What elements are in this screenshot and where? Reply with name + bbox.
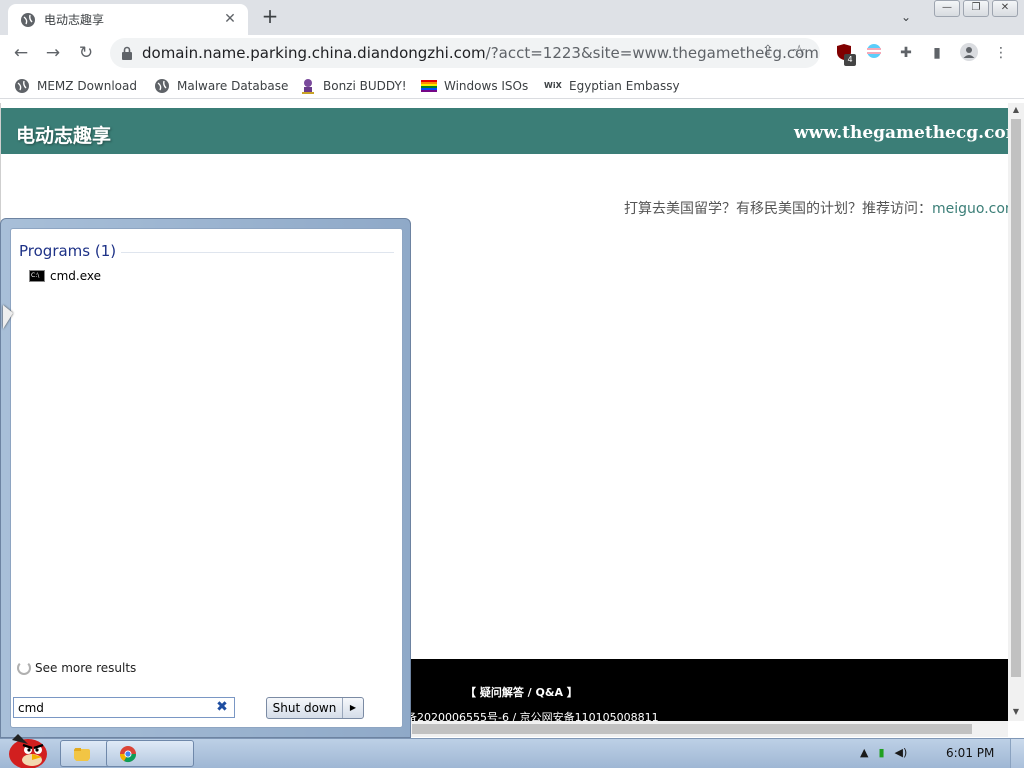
close-tab-icon[interactable]: ✕ [220, 9, 240, 29]
tab-search-icon[interactable]: ⌄ [896, 7, 916, 27]
side-panel-icon[interactable]: ▮ [927, 43, 947, 63]
start-search-box[interactable]: ✖ [13, 697, 235, 718]
bookmark-label: MEMZ Download [37, 79, 137, 93]
scroll-down-icon[interactable]: ▼ [1008, 705, 1024, 719]
wix-icon: WiX [544, 81, 562, 90]
reload-icon[interactable]: ↻ [73, 40, 99, 66]
globe-icon [21, 13, 35, 27]
address-bar[interactable]: domain.name.parking.china.diandongzhi.co… [110, 38, 820, 68]
taskbar-clock[interactable]: 6:01 PM [946, 746, 994, 760]
mouse-cursor-icon [3, 305, 13, 329]
trans-flag-icon [867, 44, 881, 58]
bookmark-label: Malware Database [177, 79, 289, 93]
footer-icp: 备2020006555号-6 / 京公网安备110105008811 [406, 711, 659, 721]
tab-title: 电动志趣享 [44, 13, 105, 27]
url-host: domain.name.parking.china.diandongzhi.co… [142, 44, 486, 62]
bookmark-item[interactable]: Windows ISOs [421, 77, 528, 95]
loading-icon [17, 661, 31, 675]
profile-avatar-icon[interactable] [959, 43, 979, 63]
scroll-up-icon[interactable]: ▲ [1008, 103, 1024, 117]
chrome-icon [119, 746, 137, 763]
extensions-puzzle-icon[interactable]: ✚ [896, 43, 916, 63]
see-more-label: See more results [35, 661, 137, 675]
show-desktop-button[interactable] [1010, 739, 1024, 768]
minimize-button[interactable]: — [934, 0, 960, 17]
shutdown-button[interactable]: Shut down [267, 698, 343, 718]
bookmark-item[interactable]: WiX Egyptian Embassy [544, 77, 680, 95]
extension-badge: 4 [844, 54, 856, 66]
site-logo[interactable]: 电动志趣享 [16, 121, 111, 148]
bookmark-item[interactable]: Malware Database [154, 77, 288, 95]
horizontal-scroll-thumb[interactable] [412, 724, 972, 734]
taskbar: ▲ ▮ ◀) 6:01 PM [0, 734, 1024, 768]
footer-qa-link[interactable]: 【 疑问解答 / Q&A 】 [465, 684, 578, 700]
bookmarks-bar: MEMZ Download Malware Database Bonzi BUD… [0, 71, 1024, 99]
search-result-label: cmd.exe [50, 269, 102, 283]
bookmark-label: Bonzi BUDDY! [323, 79, 407, 93]
programs-heading: Programs (1) [19, 242, 117, 260]
start-search-input[interactable] [18, 699, 208, 716]
site-header: 电动志趣享 www.thegamethecg.com [1, 108, 1008, 154]
system-tray: ▲ ▮ ◀) [860, 746, 907, 759]
rainbow-flag-icon [421, 80, 437, 92]
site-domain: www.thegamethecg.com [794, 123, 1008, 143]
bookmark-item[interactable]: MEMZ Download [14, 77, 137, 95]
ublock-extension-icon[interactable]: 4 [834, 43, 856, 66]
forward-icon[interactable]: → [40, 40, 66, 66]
share-icon[interactable]: ⇪ [762, 43, 774, 59]
volume-icon[interactable]: ◀) [895, 746, 908, 759]
shutdown-options-arrow-icon[interactable]: ▶ [343, 698, 363, 718]
promo-link[interactable]: meiguo.com [932, 201, 1008, 217]
see-more-results-link[interactable]: See more results [17, 661, 136, 675]
restore-button[interactable]: ❐ [963, 0, 989, 17]
globe-icon [15, 79, 29, 93]
browser-toolbar: ← → ↻ domain.name.parking.china.diandong… [0, 35, 1024, 71]
search-result-item[interactable]: C:\ cmd.exe [29, 269, 101, 283]
back-icon[interactable]: ← [8, 40, 34, 66]
show-hidden-icons-icon[interactable]: ▲ [860, 746, 868, 759]
shutdown-button-group: Shut down ▶ [266, 697, 364, 719]
bookmark-item[interactable]: Bonzi BUDDY! [300, 77, 407, 95]
lock-icon [122, 46, 132, 60]
promo-label: 打算去美国留学？有移民美国的计划？推荐访问： [624, 201, 932, 217]
window-controls: — ❐ ✕ [934, 0, 1018, 17]
close-window-button[interactable]: ✕ [992, 0, 1018, 17]
new-tab-button[interactable]: + [258, 5, 282, 29]
tab-strip: 电动志趣享 ✕ + ⌄ — ❐ ✕ [0, 0, 1024, 35]
globe-icon [155, 79, 169, 93]
clear-search-icon[interactable]: ✖ [214, 699, 230, 716]
vertical-scrollbar[interactable]: ▲ ▼ [1008, 103, 1024, 721]
search-results-pane: Programs (1) C:\ cmd.exe See more result… [10, 228, 403, 728]
heading-divider [121, 252, 394, 253]
cmd-icon: C:\ [29, 270, 45, 282]
folder-icon [74, 748, 90, 761]
bookmark-label: Windows ISOs [444, 79, 529, 93]
url-text: domain.name.parking.china.diandongzhi.co… [142, 44, 819, 62]
bookmark-label: Egyptian Embassy [569, 79, 680, 93]
avatar [960, 43, 978, 61]
battery-icon[interactable]: ▮ [878, 746, 884, 759]
flag-extension-icon[interactable] [864, 43, 884, 63]
scroll-thumb[interactable] [1011, 119, 1021, 677]
promo-text: 打算去美国留学？有移民美国的计划？推荐访问：meiguo.com [624, 198, 1008, 218]
taskbar-chrome-button[interactable] [106, 740, 194, 767]
menu-kebab-icon[interactable]: ⋮ [991, 43, 1011, 63]
start-menu: Programs (1) C:\ cmd.exe See more result… [0, 218, 411, 738]
start-orb-angry-bird-icon[interactable] [2, 730, 54, 768]
bookmark-star-icon[interactable]: ☆ [792, 41, 806, 60]
browser-tab[interactable]: 电动志趣享 ✕ [8, 4, 248, 35]
bonzi-icon [302, 79, 314, 94]
